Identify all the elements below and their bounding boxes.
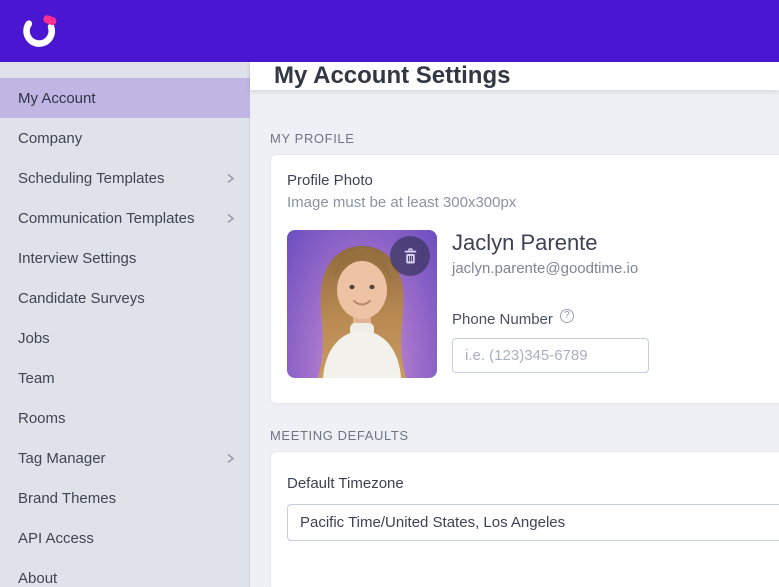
app-header: [0, 0, 779, 62]
sidebar-item-label: About: [18, 569, 58, 587]
meeting-defaults-section-label: MEETING DEFAULTS: [270, 427, 409, 443]
sidebar-item-label: Brand Themes: [18, 489, 117, 507]
sidebar-item-communication-templates[interactable]: Communication Templates: [0, 198, 250, 238]
sidebar-item-interview-settings[interactable]: Interview Settings: [0, 238, 250, 278]
sidebar-item-brand-themes[interactable]: Brand Themes: [0, 478, 250, 518]
sidebar-item-label: Company: [18, 129, 83, 147]
phone-number-label: Phone Number: [452, 310, 553, 328]
main-panel: My Account Settings MY PROFILE Profile P…: [250, 62, 779, 587]
sidebar-item-api-access[interactable]: API Access: [0, 518, 250, 558]
meeting-defaults-card: Default Timezone: [270, 450, 779, 587]
sidebar-item-label: My Account: [18, 89, 96, 107]
delete-photo-button[interactable]: [390, 235, 430, 276]
chevron-right-icon: [227, 213, 235, 223]
sidebar-item-candidate-surveys[interactable]: Candidate Surveys: [0, 278, 250, 318]
sidebar-item-label: Communication Templates: [18, 209, 195, 227]
chevron-right-icon: [227, 173, 235, 183]
profile-photo-label: Profile Photo: [287, 172, 373, 189]
settings-sidebar: My Account Company Scheduling Templates …: [0, 62, 250, 587]
sidebar-item-company[interactable]: Company: [0, 118, 250, 158]
sidebar-item-label: Rooms: [18, 409, 66, 427]
profile-photo-hint: Image must be at least 300x300px: [287, 193, 517, 211]
sidebar-item-label: Candidate Surveys: [18, 289, 145, 307]
trash-icon: [404, 247, 416, 263]
settings-content: MY PROFILE Profile Photo Image must be a…: [250, 90, 779, 587]
sidebar-item-label: Jobs: [18, 329, 50, 347]
default-timezone-label: Default Timezone: [287, 474, 404, 492]
sidebar-item-rooms[interactable]: Rooms: [0, 398, 250, 438]
help-question-icon[interactable]: ?: [559, 308, 574, 323]
page-title-bar: My Account Settings: [250, 62, 779, 90]
profile-card: Profile Photo Image must be at least 300…: [270, 154, 779, 404]
profile-photo: [287, 229, 437, 378]
my-profile-section-label: MY PROFILE: [270, 131, 355, 146]
sidebar-item-tag-manager[interactable]: Tag Manager: [0, 438, 250, 478]
sidebar-item-label: API Access: [18, 529, 94, 547]
profile-email: jaclyn.parente@goodtime.io: [452, 259, 639, 277]
sidebar-item-label: Interview Settings: [18, 249, 137, 267]
goodtime-logo-icon[interactable]: [17, 9, 61, 53]
phone-number-input[interactable]: [452, 337, 649, 373]
sidebar-item-about[interactable]: About: [0, 558, 250, 587]
sidebar-item-team[interactable]: Team: [0, 358, 250, 398]
sidebar-item-my-account[interactable]: My Account: [0, 78, 250, 118]
sidebar-item-label: Tag Manager: [18, 449, 106, 467]
default-timezone-input[interactable]: [287, 504, 779, 542]
sidebar-item-jobs[interactable]: Jobs: [0, 318, 250, 358]
page-title: My Account Settings: [274, 62, 511, 89]
sidebar-item-label: Team: [18, 369, 55, 387]
sidebar-item-scheduling-templates[interactable]: Scheduling Templates: [0, 158, 250, 198]
sidebar-item-label: Scheduling Templates: [18, 169, 165, 187]
chevron-right-icon: [227, 453, 235, 463]
profile-name: Jaclyn Parente: [452, 229, 598, 255]
